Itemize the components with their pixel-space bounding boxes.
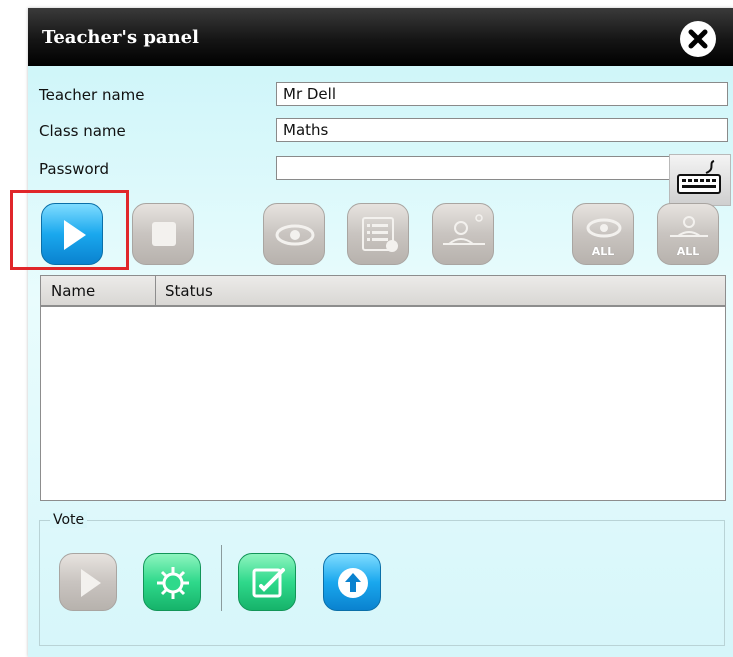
- vote-upload-button[interactable]: [323, 553, 381, 611]
- user-lock-icon: [443, 214, 485, 245]
- show-teacher-screen-button[interactable]: [347, 203, 409, 265]
- title-bar: Teacher's panel: [28, 8, 733, 66]
- teacher-name-label: Teacher name: [39, 86, 145, 104]
- close-icon: [688, 29, 708, 49]
- lock-all-button[interactable]: ALL: [657, 203, 719, 265]
- column-divider: [155, 276, 156, 305]
- vote-legend: Vote: [50, 512, 88, 528]
- column-status-header[interactable]: Status: [165, 282, 213, 300]
- view-student-screen-button[interactable]: [263, 203, 325, 265]
- vote-settings-button[interactable]: [143, 553, 201, 611]
- window-title: Teacher's panel: [42, 27, 199, 48]
- all-badge: ALL: [591, 245, 615, 258]
- screen-list-icon: [362, 217, 398, 252]
- stop-session-button[interactable]: [132, 203, 194, 265]
- edit-icon: [252, 568, 285, 598]
- stop-icon: [152, 222, 176, 246]
- on-screen-keyboard-button[interactable]: [669, 154, 731, 206]
- close-button[interactable]: [680, 21, 716, 57]
- vote-divider: [221, 545, 222, 611]
- teacher-name-field[interactable]: Mr Dell: [276, 82, 728, 106]
- play-icon: [81, 569, 101, 597]
- password-field[interactable]: [276, 156, 672, 180]
- eye-icon: [275, 224, 315, 246]
- keyboard-icon: [677, 160, 721, 194]
- vote-group: Vote: [39, 512, 725, 646]
- vote-edit-button[interactable]: [238, 553, 296, 611]
- class-name-field[interactable]: Maths: [276, 118, 728, 142]
- gear-icon: [157, 567, 189, 599]
- column-name-header[interactable]: Name: [51, 282, 95, 300]
- students-table[interactable]: Name Status: [40, 275, 726, 501]
- vote-start-button[interactable]: [59, 553, 117, 611]
- password-label: Password: [39, 160, 110, 178]
- view-all-button[interactable]: ALL: [572, 203, 634, 265]
- class-name-label: Class name: [39, 122, 126, 140]
- highlight-box: [10, 190, 129, 270]
- table-header: Name Status: [41, 276, 725, 307]
- lock-student-button[interactable]: [432, 203, 494, 265]
- all-badge: ALL: [676, 245, 700, 258]
- upload-icon: [338, 568, 368, 598]
